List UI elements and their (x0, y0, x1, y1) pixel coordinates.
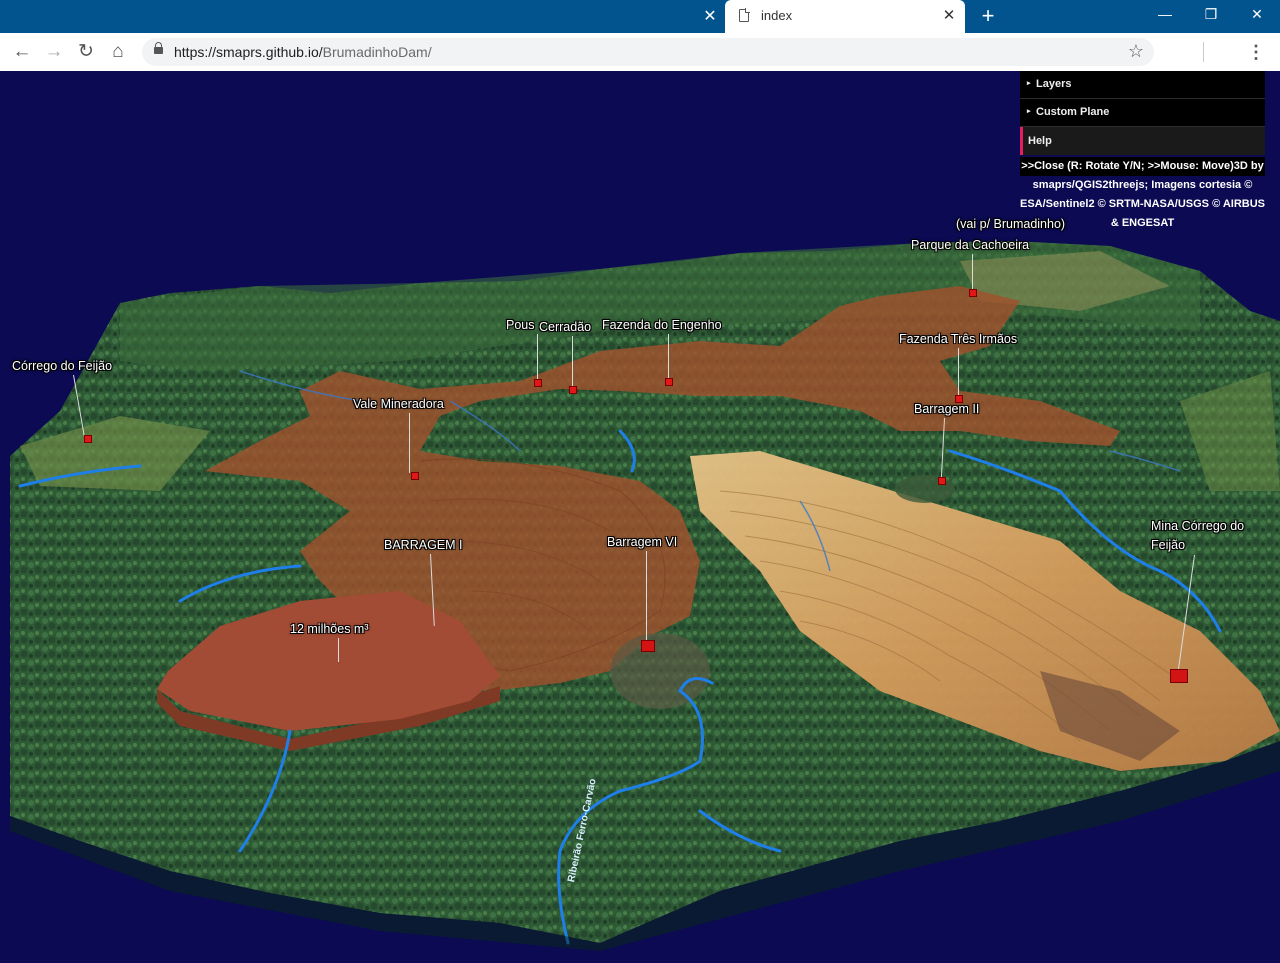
leader-line (572, 336, 573, 388)
help-info: >>Close (R: Rotate Y/N; >>Mouse: Move)3D… (1020, 155, 1265, 233)
marker-cerradao[interactable] (569, 386, 577, 394)
forward-arrow-icon[interactable]: → (40, 38, 68, 66)
tab-title: index (761, 8, 793, 23)
star-icon[interactable]: ☆ (1128, 41, 1144, 62)
tab-bar: ✕ index ✕ + — ❐ ✕ (0, 0, 1280, 33)
url-host: https://smaprs.github.io/ (174, 44, 323, 60)
leader-line (338, 638, 339, 662)
leader-line (668, 334, 669, 380)
lock-icon (154, 42, 163, 54)
window-close-button[interactable]: ✕ (1234, 0, 1280, 30)
label-vale-mineradora: Vale Mineradora (353, 397, 444, 411)
toolbar-divider (1203, 42, 1204, 62)
label-parque-cachoeira: Parque da Cachoeira (911, 238, 1030, 252)
label-fazenda-tres-irmaos: Fazenda Três Irmãos (899, 332, 1018, 346)
caret-icon: ▸ (1027, 80, 1031, 87)
label-barragem-vi: Barragem VI (607, 535, 678, 549)
marker-parque-cachoeira[interactable] (969, 289, 977, 297)
leader-line (409, 413, 410, 473)
caret-icon: ▸ (1027, 108, 1031, 115)
custom-plane-folder[interactable]: ▸ Custom Plane (1020, 99, 1265, 127)
marker-barragem-ii[interactable] (938, 477, 946, 485)
help-info-line2: smaprs/QGIS2threejs; Imagens cortesia © (1032, 179, 1253, 191)
3d-viewport[interactable]: Córrego do Feijão Vale Mineradora Pous C… (0, 71, 1280, 963)
marker-corrego-feijao[interactable] (84, 435, 92, 443)
pond-barragem-ii (895, 475, 955, 503)
back-arrow-icon[interactable]: ← (8, 38, 36, 66)
page-icon (739, 8, 750, 22)
reload-icon[interactable]: ↻ (72, 38, 100, 66)
help-info-line4: & ENGESAT (1110, 217, 1175, 229)
pond-barragem-vi (610, 633, 710, 709)
close-icon[interactable]: ✕ (699, 6, 721, 28)
help-info-line1[interactable]: >>Close (R: Rotate Y/N; >>Mouse: Move)3D… (1020, 157, 1265, 176)
tab-active[interactable]: index ✕ (725, 0, 965, 33)
marker-mina-corrego-feijao[interactable] (1170, 669, 1188, 683)
help-button[interactable]: Help (1020, 127, 1265, 155)
leader-line (537, 334, 538, 380)
menu-dots-icon[interactable]: ⋮ (1244, 38, 1268, 66)
help-info-line3: ESA/Sentinel2 © SRTM-NASA/USGS © AIRBUS (1020, 198, 1265, 210)
label-cerradao: Cerradão (539, 320, 592, 334)
label-fazenda-engenho: Fazenda do Engenho (602, 318, 722, 332)
home-icon[interactable]: ⌂ (104, 38, 132, 66)
maximize-button[interactable]: ❐ (1188, 0, 1234, 30)
control-panel: ▸ Layers ▸ Custom Plane Help >>Close (R:… (1020, 71, 1265, 233)
url-path: BrumadinhoDam/ (322, 44, 432, 60)
label-volume: 12 milhões m³ (290, 622, 369, 636)
close-icon[interactable]: ✕ (939, 6, 959, 26)
marker-barragem-vi[interactable] (641, 640, 655, 652)
plus-icon[interactable]: + (976, 4, 1000, 28)
leader-line (958, 348, 959, 396)
address-bar[interactable]: https://smaprs.github.io/BrumadinhoDam/ … (142, 38, 1154, 66)
browser-toolbar: ← → ↻ ⌂ https://smaprs.github.io/Brumadi… (0, 33, 1280, 72)
help-label: Help (1028, 135, 1052, 147)
label-corrego-feijao: Córrego do Feijão (12, 359, 113, 373)
label-pousada: Pous (506, 318, 535, 332)
marker-pousada[interactable] (534, 379, 542, 387)
label-barragem-ii: Barragem II (914, 402, 980, 416)
label-mina-line2: Feijão (1151, 538, 1186, 552)
custom-plane-label: Custom Plane (1036, 106, 1110, 118)
label-barragem-i: BARRAGEM I (384, 538, 463, 552)
layers-label: Layers (1036, 78, 1072, 90)
marker-fazenda-engenho[interactable] (665, 378, 673, 386)
label-mina-line1: Mina Córrego do (1151, 519, 1245, 533)
layers-folder[interactable]: ▸ Layers (1020, 71, 1265, 99)
url-text[interactable]: https://smaprs.github.io/BrumadinhoDam/ (174, 44, 432, 60)
marker-vale-mineradora[interactable] (411, 472, 419, 480)
minimize-button[interactable]: — (1142, 0, 1188, 30)
leader-line (972, 254, 973, 290)
leader-line (646, 551, 647, 641)
